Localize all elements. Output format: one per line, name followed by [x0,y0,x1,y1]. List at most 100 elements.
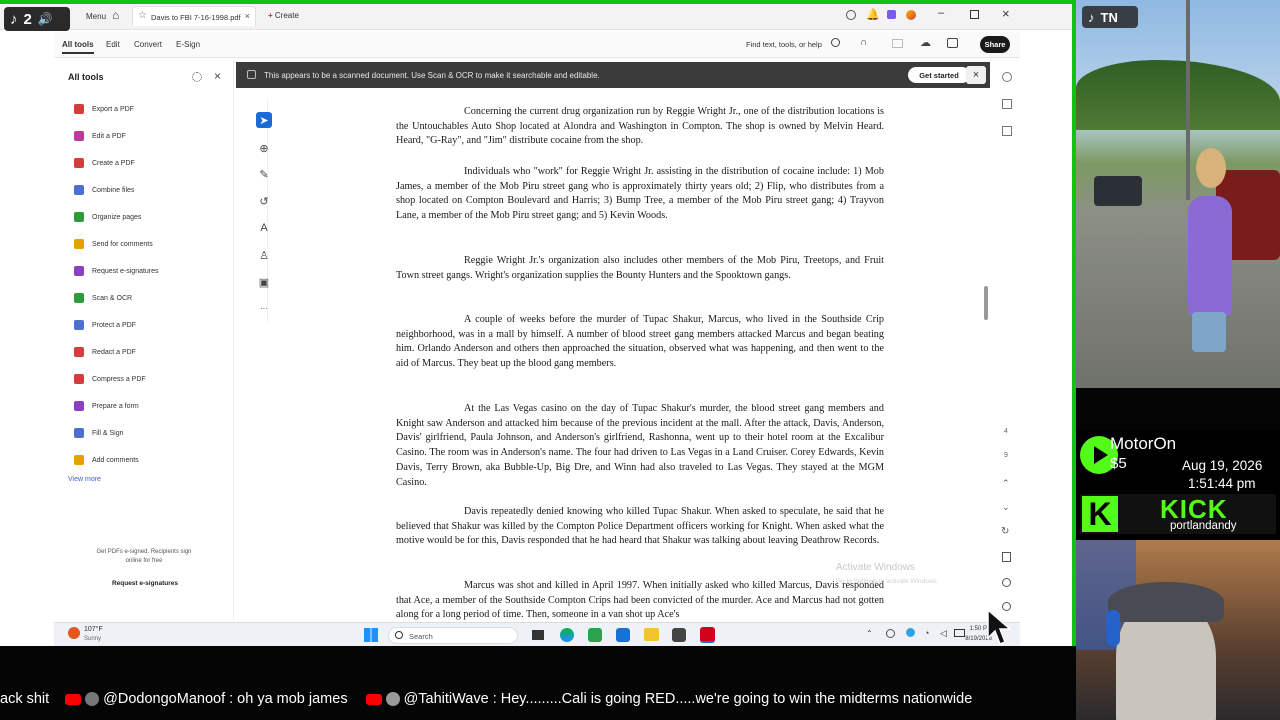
chat-user-1: @DodongoManoof [103,691,226,707]
activate-windows-title: Activate Windows [836,562,915,573]
upload-cloud-icon[interactable]: ☁ [920,36,931,49]
close-banner-icon[interactable]: × [966,66,986,84]
image-icon[interactable]: ▣ [256,274,272,290]
zoom-in-icon[interactable] [1002,578,1011,587]
tool-item[interactable]: Add comments [74,453,139,467]
outdoor-webcam-feed: ♪ TN [1076,0,1280,388]
file-explorer-icon[interactable] [644,628,659,641]
text-box-icon[interactable]: A [256,220,272,236]
stamp-icon[interactable]: ♙ [256,247,272,263]
bookmark-icon[interactable] [1002,99,1012,109]
comment-icon[interactable] [1002,72,1012,82]
save-icon[interactable] [1002,552,1011,562]
bell-icon[interactable]: 🔔 [866,8,880,21]
get-started-button[interactable]: Get started [908,67,970,83]
lasso-icon[interactable]: ↺ [256,193,272,209]
settings-gear-icon[interactable] [192,72,202,82]
next-page-icon[interactable]: ⌄ [1002,502,1010,513]
chat-text-2: Hey.........Cali is going RED.....we're … [500,691,973,707]
parked-car [1094,176,1142,206]
tray-cloud-icon[interactable] [906,628,915,637]
tray-app-icon[interactable] [886,629,895,638]
help-icon[interactable] [846,10,856,20]
tool-item[interactable]: Prepare a form [74,399,139,413]
tool-icon [74,212,84,222]
tool-label: Request e-signatures [92,267,159,275]
tiktok-overlay-badge: ♪ TN [1082,6,1138,28]
app-green-icon[interactable] [588,628,602,642]
apps-icon[interactable] [887,10,896,19]
paragraph-5: At the Las Vegas casino on the day of Tu… [396,403,884,488]
search-icon[interactable] [831,38,840,47]
volume-icon[interactable]: ◁ [940,628,947,639]
zoom-tool-icon[interactable]: ⊕ [256,140,272,156]
select-cursor-icon[interactable]: ➤ [256,112,272,128]
tool-item[interactable]: Protect a PDF [74,318,136,332]
ai-assistant-icon[interactable] [906,10,916,20]
tool-item[interactable]: Export a PDF [74,102,134,116]
tool-item[interactable]: Compress a PDF [74,372,146,386]
tool-label: Redact a PDF [92,348,136,356]
tool-item[interactable]: Edit a PDF [74,129,126,143]
copy-icon[interactable] [1002,126,1012,136]
tool-item[interactable]: Create a PDF [74,156,135,170]
headphones-blue [1106,610,1120,646]
find-input[interactable]: Find text, tools, or help [746,40,822,49]
document-scan-icon [247,70,256,79]
tool-item[interactable]: Request e-signatures [74,264,159,278]
vertical-scrollbar[interactable] [984,286,988,320]
tool-item[interactable]: Organize pages [74,210,141,224]
tool-icon [74,401,84,411]
task-view-icon[interactable] [532,630,544,640]
close-window-icon[interactable]: × [1002,6,1010,21]
edge-browser-icon[interactable] [560,628,574,642]
acrobat-icon[interactable] [700,627,715,643]
windows-start-icon[interactable] [364,628,378,642]
wifi-icon[interactable]: ◔ [924,628,929,638]
tool-label: Export a PDF [92,105,135,113]
tool-label: Protect a PDF [92,321,136,329]
all-tools-panel: All tools × Export a PDF Edit a PDF Create… [54,60,234,620]
minimize-icon[interactable]: – [938,7,944,19]
tool-item[interactable]: Redact a PDF [74,345,136,359]
home-icon[interactable]: ⌂ [112,8,119,22]
tab-all-tools[interactable]: All tools [62,40,94,54]
prev-page-icon[interactable]: ⌃ [1002,478,1010,489]
windows-taskbar: 107°F Sunny Search ⌃ ◔ ◁ 1:50 PM 8/19/20… [54,622,1020,646]
maximize-icon[interactable] [970,10,979,19]
tab-convert[interactable]: Convert [134,40,162,49]
close-panel-icon[interactable]: × [214,69,221,83]
app-dark-icon[interactable] [672,628,686,642]
paragraph-7: Marcus was shot and killed in April 1997… [396,580,884,620]
pen-icon[interactable]: ✎ [256,166,272,182]
tool-icon [74,455,84,465]
tab-edit[interactable]: Edit [106,40,120,49]
tool-item[interactable]: Send for comments [74,237,153,251]
menu-button[interactable]: Menu [86,12,106,21]
person-walking [1188,196,1232,316]
refresh-icon[interactable]: ↻ [1001,526,1009,537]
paragraph-3: Reggie Wright Jr.'s organization also in… [396,255,884,281]
print-icon[interactable] [947,38,958,48]
tool-item[interactable]: Combine files [74,183,134,197]
storage-icon[interactable] [892,39,903,48]
more-tools-icon[interactable]: ··· [256,300,272,316]
new-tab-button[interactable]: + Create [268,11,299,20]
tool-item[interactable]: Scan & OCR [74,291,132,305]
headphones-icon[interactable]: ∩ [860,37,867,48]
annotation-toolbar: ➤ ⊕ ✎ ↺ A ♙ ▣ ··· [244,100,272,322]
taskbar-search[interactable]: Search [388,627,518,644]
tool-icon [74,158,84,168]
close-tab-icon[interactable]: × [245,11,250,21]
mail-icon[interactable] [616,628,630,642]
share-button[interactable]: Share [980,36,1010,53]
tab-document[interactable]: ☆ Davis to FBI 7-16-1998.pdf × [132,6,256,26]
promo-request-esign-button[interactable]: Request e-signatures [100,580,190,587]
view-more-link[interactable]: View more [68,476,101,483]
page-number-current: 4 [1004,428,1008,435]
streamer-cap [1108,582,1224,622]
tool-item[interactable]: Fill & Sign [74,426,124,440]
paragraph-2: Individuals who "work" for Reggie Wright… [396,166,884,222]
tray-chevron-icon[interactable]: ⌃ [866,629,873,638]
tab-esign[interactable]: E-Sign [176,40,200,49]
